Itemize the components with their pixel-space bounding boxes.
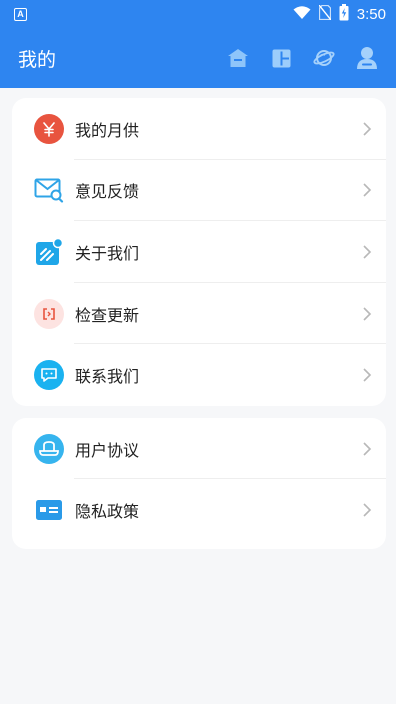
planet-icon[interactable] [313, 47, 335, 69]
wifi-icon [293, 5, 311, 24]
home-icon[interactable] [227, 47, 249, 69]
menu-item-monthly-payment[interactable]: 我的月供 [12, 98, 386, 160]
no-sim-icon [318, 4, 332, 24]
chat-icon [34, 360, 64, 391]
page-title: 我的 [18, 48, 57, 71]
menu-item-about-us[interactable]: 关于我们 [12, 221, 386, 283]
battery-charging-icon [339, 3, 349, 25]
menu-item-user-agreement[interactable]: 用户协议 [12, 418, 386, 479]
menu-item-label: 意见反馈 [75, 182, 140, 202]
menu-item-check-update[interactable]: 检查更新 [12, 283, 386, 345]
menu-item-label: 用户协议 [75, 440, 140, 460]
menu-card-legal: 用户协议 隐私政策 [12, 418, 386, 549]
update-icon [34, 298, 64, 329]
status-time: 3:50 [356, 5, 386, 23]
chevron-right-icon [362, 502, 372, 518]
status-right: 3:50 [293, 3, 386, 25]
hat-icon [34, 433, 64, 464]
status-bar: A 3:50 [0, 0, 396, 28]
chevron-right-icon [362, 306, 372, 322]
about-icon [34, 237, 64, 267]
chevron-right-icon [362, 121, 372, 137]
chevron-right-icon [362, 441, 372, 457]
app-header: 我的 [0, 28, 396, 88]
chevron-right-icon [362, 182, 372, 198]
app-notification-icon: A [14, 7, 27, 21]
layout-icon[interactable] [270, 47, 292, 69]
menu-item-label: 关于我们 [75, 243, 140, 263]
menu-item-label: 隐私政策 [75, 501, 140, 521]
menu-item-label: 联系我们 [75, 367, 140, 387]
menu-item-label: 我的月供 [75, 120, 140, 140]
menu-item-feedback[interactable]: 意见反馈 [12, 160, 386, 222]
menu-item-label: 检查更新 [75, 305, 140, 325]
user-icon[interactable] [356, 47, 378, 69]
menu-card-main: 我的月供 意见反馈 关于我们 检查更新 联系我们 [12, 98, 386, 406]
chevron-right-icon [362, 367, 372, 383]
menu-item-privacy-policy[interactable]: 隐私政策 [12, 479, 386, 540]
mail-search-icon [34, 175, 64, 205]
header-icons [227, 47, 378, 69]
chevron-right-icon [362, 244, 372, 260]
status-left: A [14, 7, 27, 21]
menu-item-contact-us[interactable]: 联系我们 [12, 344, 386, 406]
yuan-icon [34, 113, 64, 144]
id-card-icon [34, 495, 64, 525]
